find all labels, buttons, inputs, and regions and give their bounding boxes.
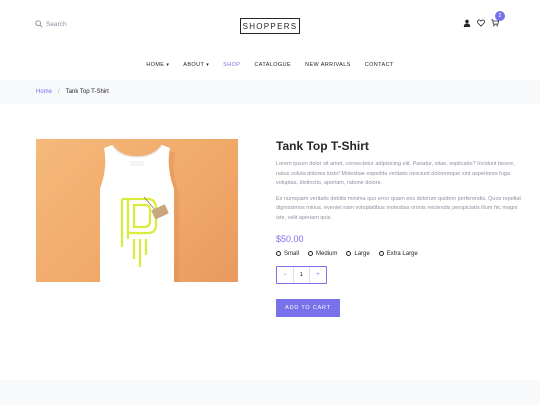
chevron-down-icon: ▾ — [166, 62, 170, 68]
quantity-decrease-button[interactable]: − — [277, 267, 293, 283]
nav-item-contact[interactable]: CONTACT — [365, 62, 394, 68]
nav-label: ABOUT — [183, 62, 205, 68]
size-options: Small Medium Large Extra Large — [276, 251, 528, 257]
user-icon[interactable] — [462, 18, 471, 27]
site-logo[interactable]: SHOPPERS — [240, 18, 300, 34]
nav-item-home[interactable]: HOME ▾ — [146, 62, 169, 68]
radio-button[interactable] — [378, 251, 384, 257]
header-icons: 2 — [462, 11, 505, 27]
cart-count-badge: 2 — [495, 11, 505, 21]
size-option-large[interactable]: Large — [346, 250, 370, 257]
size-label: Large — [354, 250, 370, 257]
cart-button[interactable]: 2 — [490, 11, 505, 27]
product-description: Lorem ipsum dolor sit amet, consectetur … — [276, 161, 515, 187]
product-title: Tank Top T-Shirt — [276, 139, 369, 153]
nav-item-new-arrivals[interactable]: NEW ARRIVALS — [305, 62, 351, 68]
radio-button[interactable] — [276, 251, 281, 257]
footer-section — [0, 380, 540, 405]
chevron-down-icon: ▾ — [206, 62, 210, 68]
breadcrumb: Home / Tank Top T-Shirt — [0, 80, 540, 104]
quantity-input[interactable] — [293, 266, 310, 283]
nav-label: HOME — [146, 62, 165, 68]
quantity-stepper: − + — [276, 265, 327, 284]
add-to-cart-button[interactable]: ADD TO CART — [276, 298, 340, 317]
radio-button[interactable] — [308, 251, 314, 257]
nav-item-about[interactable]: ABOUT ▾ — [183, 62, 209, 68]
size-label: Extra Large — [386, 250, 418, 257]
size-option-extra-large[interactable]: Extra Large — [378, 250, 418, 257]
breadcrumb-separator: / — [58, 89, 60, 95]
radio-button[interactable] — [346, 251, 352, 257]
nav-label: CONTACT — [364, 62, 394, 68]
nav-label: CATALOGUE — [254, 62, 292, 68]
search-input[interactable] — [46, 20, 106, 28]
main-nav: HOME ▾ ABOUT ▾ SHOP CATALOGUE NEW ARRIVA… — [0, 62, 540, 68]
nav-label: SHOP — [223, 62, 241, 68]
nav-item-catalogue[interactable]: CATALOGUE — [254, 62, 291, 68]
breadcrumb-home-link[interactable]: Home — [36, 89, 52, 95]
heart-icon[interactable] — [476, 18, 485, 27]
product-price: $50.00 — [276, 233, 304, 244]
size-option-small[interactable]: Small — [276, 251, 299, 257]
quantity-increase-button[interactable]: + — [310, 267, 326, 283]
product-details: Tank Top T-Shirt Lorem ipsum dolor sit a… — [276, 139, 528, 317]
product-description: Ex numquam veritatis debitis minima quo … — [276, 195, 521, 221]
product-image — [36, 139, 238, 282]
site-header: SHOPPERS 2 — [0, 0, 540, 52]
breadcrumb-current: Tank Top T-Shirt — [65, 89, 109, 95]
size-label: Small — [284, 250, 300, 257]
search-icon — [35, 20, 43, 28]
nav-item-shop[interactable]: SHOP — [223, 62, 240, 68]
search-bar[interactable] — [35, 20, 106, 28]
tank-top-illustration — [100, 144, 179, 282]
size-label: Medium — [316, 250, 338, 257]
size-option-medium[interactable]: Medium — [308, 251, 337, 257]
nav-label: NEW ARRIVALS — [305, 62, 351, 68]
